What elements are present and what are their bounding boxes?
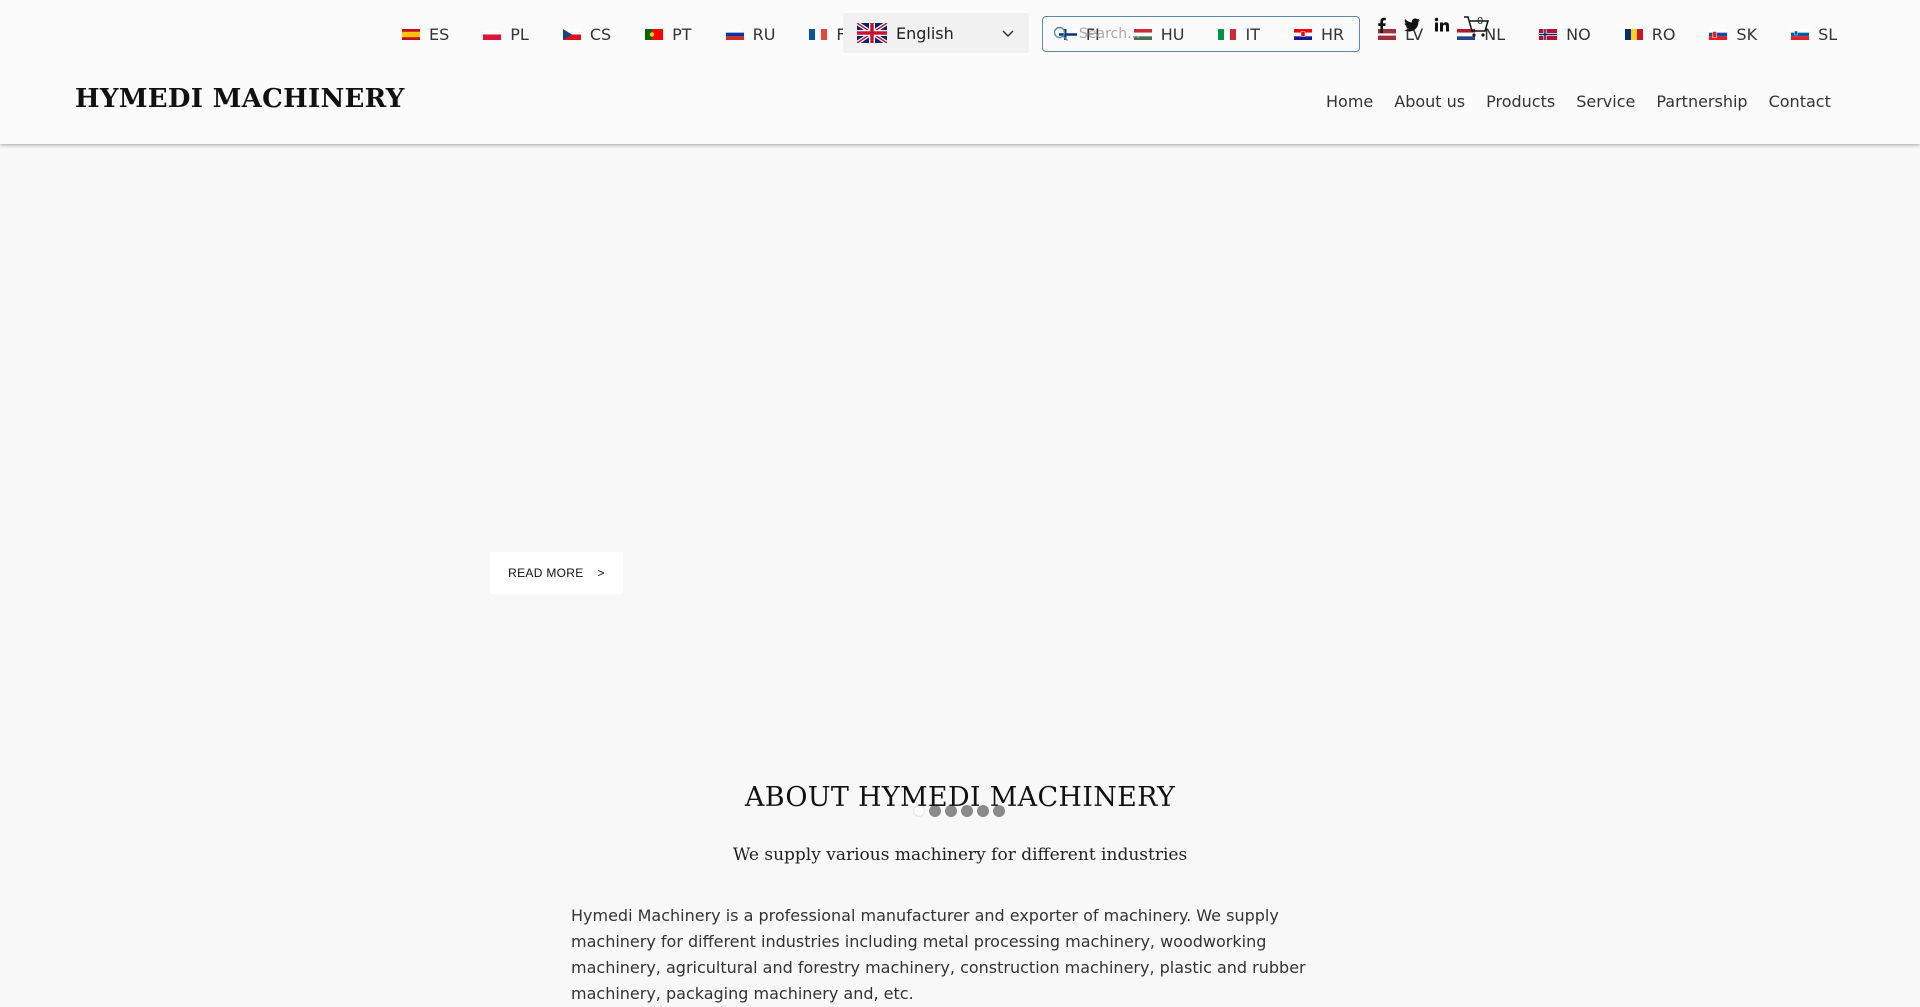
language-selector-label: English bbox=[896, 23, 954, 43]
fr-flag-icon bbox=[809, 28, 828, 40]
language-code: SK bbox=[1736, 24, 1758, 44]
language-code: SL bbox=[1818, 24, 1838, 44]
pt-flag-icon bbox=[645, 28, 664, 40]
facebook-icon[interactable] bbox=[1373, 16, 1391, 34]
nav-contact[interactable]: Contact bbox=[1769, 92, 1831, 111]
language-code: CS bbox=[589, 24, 612, 44]
language-code: ES bbox=[429, 24, 450, 44]
site-header: ESPLCSPTRUFRDABGFIHUITHRLVNLNOROSKSL Eng… bbox=[0, 0, 1920, 144]
ru-flag-icon bbox=[725, 28, 744, 40]
cz-flag-icon bbox=[562, 28, 581, 40]
nav-home[interactable]: Home bbox=[1326, 92, 1373, 111]
language-code: PT bbox=[672, 24, 692, 44]
about-subtitle: We supply various machinery for differen… bbox=[732, 845, 1188, 865]
linkedin-icon[interactable] bbox=[1433, 16, 1451, 34]
language-item-sl[interactable]: SL bbox=[1791, 25, 1837, 44]
no-flag-icon bbox=[1539, 28, 1558, 40]
language-item-es[interactable]: ES bbox=[402, 25, 449, 44]
language-code: PL bbox=[510, 24, 529, 44]
language-code: NO bbox=[1566, 24, 1591, 44]
nav-about-us[interactable]: About us bbox=[1394, 92, 1465, 111]
cart-count: 0 bbox=[1477, 16, 1484, 27]
cart-button[interactable]: 0 bbox=[1463, 14, 1491, 38]
search-input[interactable] bbox=[1077, 25, 1341, 43]
site-logo[interactable]: HYMEDI MACHINERY bbox=[75, 84, 405, 114]
about-title: ABOUT HYMEDI MACHINERY bbox=[744, 782, 1176, 813]
uk-flag-icon bbox=[857, 23, 887, 43]
language-item-ro[interactable]: RO bbox=[1624, 24, 1676, 44]
hero-slideshow: READ MORE > bbox=[0, 144, 1920, 817]
twitter-icon[interactable] bbox=[1403, 16, 1421, 34]
language-item-pt[interactable]: PT bbox=[645, 24, 692, 44]
language-item-sk[interactable]: SK bbox=[1709, 25, 1757, 44]
social-bar bbox=[1373, 16, 1463, 34]
nav-products[interactable]: Products bbox=[1486, 92, 1555, 111]
about-body: Hymedi Machinery is a professional manuf… bbox=[571, 906, 1306, 1003]
chevron-down-icon bbox=[1002, 30, 1014, 38]
es-flag-icon bbox=[402, 28, 420, 40]
language-code: RO bbox=[1651, 24, 1676, 44]
language-item-no[interactable]: NO bbox=[1539, 25, 1591, 44]
language-selector[interactable]: English bbox=[843, 13, 1029, 53]
pl-flag-icon bbox=[483, 28, 502, 40]
nav-partnership[interactable]: Partnership bbox=[1656, 92, 1747, 111]
sk-flag-icon bbox=[1709, 28, 1728, 40]
language-item-ru[interactable]: RU bbox=[725, 24, 776, 44]
language-code: RU bbox=[752, 24, 776, 44]
search-box bbox=[1042, 16, 1360, 52]
read-more-arrow: > bbox=[597, 566, 605, 580]
search-icon bbox=[1053, 26, 1068, 41]
language-item-pl[interactable]: PL bbox=[483, 25, 529, 44]
nav-service[interactable]: Service bbox=[1576, 92, 1635, 111]
language-item-cs[interactable]: CS bbox=[562, 24, 612, 44]
main-nav: Home About us Products Service Partnership Co… bbox=[1326, 92, 1852, 111]
read-more-button[interactable]: READ MORE > bbox=[490, 552, 623, 594]
si-flag-icon bbox=[1791, 28, 1810, 40]
ro-flag-icon bbox=[1624, 28, 1643, 40]
read-more-label: READ MORE bbox=[508, 566, 584, 580]
